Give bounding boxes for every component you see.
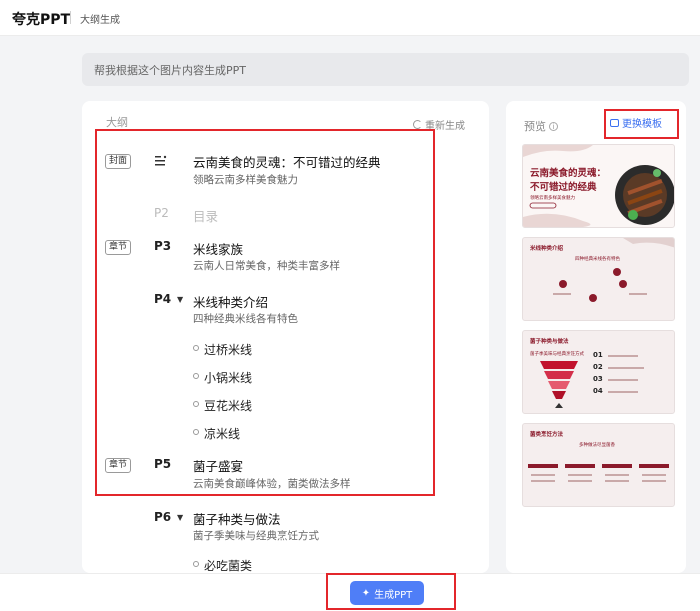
generate-ppt-label: 生成PPT [374,589,413,601]
list-item[interactable]: 小锅米线 [193,369,252,386]
template-icon [610,118,619,127]
thumb-cover-title-2: 不可错过的经典 [530,182,597,193]
regenerate-button[interactable]: 重新生成 [413,117,465,132]
cover-subtitle[interactable]: 领略云南多样美食魅力 [193,172,298,187]
prompt-text: 帮我根据这个图片内容生成PPT [94,64,246,77]
p3-title[interactable]: 米线家族 [193,239,243,258]
p6-number: P6 [154,510,172,524]
p5-number: P5 [154,457,172,471]
brand-logo[interactable]: 夸克PPT [12,9,70,29]
refresh-icon [413,120,422,129]
p4-caret-icon[interactable]: ▼ [177,295,183,304]
preview-title-text: 预览 [524,120,546,133]
p6-subtitle[interactable]: 菌子季美味与经典烹饪方式 [193,528,319,543]
p3-number: P3 [154,239,172,253]
p6-title[interactable]: 菌子种类与做法 [193,509,281,528]
p2-title[interactable]: 目录 [193,206,218,225]
page-title: 大纲生成 [80,15,120,26]
thumb-3-title: 菌子种类与做法 [530,339,569,345]
thumb-cover-title-1: 云南美食的灵魂： [530,168,607,179]
thumb-3-num-1: 01 [593,351,603,359]
outline-title: 大纲 [106,116,128,129]
preview-panel: 预览 i 更换模板 云南美食的灵魂： 不可错过的经典 领略云南多样美食魅力 米线… [506,101,686,573]
p4-number: P4 [154,292,172,306]
p5-title[interactable]: 菌子盛宴 [193,456,243,475]
outline-panel[interactable]: 大纲 重新生成 封面 云南美食的灵魂：不可错过的经典 领略云南多样美食魅力 P2… [82,101,489,573]
thumb-3-num-2: 02 [593,363,603,371]
thumb-2-sub: 四种经典米线各有特色 [575,257,620,262]
p5-subtitle[interactable]: 云南美食巅峰体验，菌类做法多样 [193,476,351,491]
p3-subtitle[interactable]: 云南人日常美食，种类丰富多样 [193,258,340,273]
slide-thumbnail-cover[interactable]: 云南美食的灵魂： 不可错过的经典 领略云南多样美食魅力 [522,144,675,228]
cover-tag: 封面 [105,154,132,169]
slide-thumbnail-3[interactable]: 菌子种类与做法 菌子季美味与经典烹饪方式 01 02 03 04 [522,330,675,414]
p4-title[interactable]: 米线种类介绍 [193,292,268,311]
info-icon[interactable]: i [549,122,558,131]
p5-tag: 章节 [105,458,132,473]
cover-list-icon [155,155,167,166]
p4-subtitle[interactable]: 四种经典米线各有特色 [193,311,298,326]
change-template-label: 更换模板 [622,119,662,130]
p6-caret-icon[interactable]: ▼ [177,513,183,522]
sparkle-icon: ✦ [361,587,371,599]
slide-thumbnail-2[interactable]: 米线种类介绍 四种经典米线各有特色 [522,237,675,321]
preview-title: 预览 i [524,118,558,134]
thumb-3-num-3: 03 [593,375,603,383]
thumb-4-sub: 多种做法尽显菌香 [579,443,615,448]
thumb-4-title: 菌类烹饪方法 [530,432,564,438]
thumb-3-sub: 菌子季美味与经典烹饪方式 [530,352,584,357]
prompt-input[interactable]: 帮我根据这个图片内容生成PPT [82,53,689,86]
thumb-2-title: 米线种类介绍 [530,246,564,252]
change-template-button[interactable]: 更换模板 [610,115,662,130]
generate-ppt-button[interactable]: ✦ 生成PPT [350,581,424,605]
list-item[interactable]: 凉米线 [193,425,240,442]
brand-divider [70,11,71,24]
p2-number: P2 [154,206,169,220]
top-bar: 夸克PPT 大纲生成 [0,0,700,36]
p3-tag: 章节 [105,240,132,255]
regenerate-label: 重新生成 [425,121,465,132]
slide-thumbnail-4[interactable]: 菌类烹饪方法 多种做法尽显菌香 [522,423,675,507]
list-item[interactable]: 必吃菌类 [193,557,252,573]
thumb-3-num-4: 04 [593,387,603,395]
list-item[interactable]: 豆花米线 [193,397,252,414]
list-item[interactable]: 过桥米线 [193,341,252,358]
cover-title[interactable]: 云南美食的灵魂：不可错过的经典 [193,152,381,171]
thumb-cover-sub: 领略云南多样美食魅力 [530,196,575,201]
